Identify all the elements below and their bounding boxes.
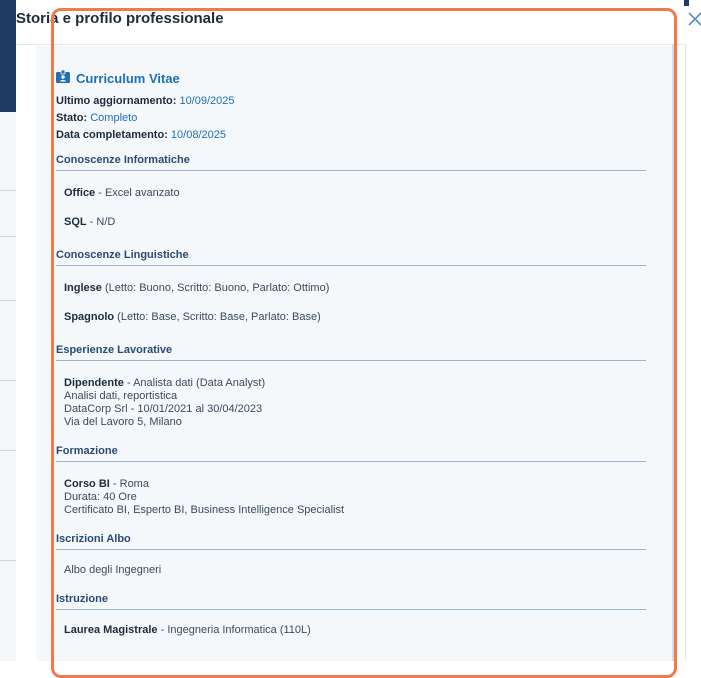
background-app-sidebar: [0, 0, 17, 661]
list-item: Dipendente - Analista dati (Data Analyst…: [64, 377, 266, 428]
background-divider: [0, 450, 16, 451]
section-title: Esperienze Lavorative: [56, 338, 646, 361]
section-title: Conoscenze Linguistiche: [56, 243, 646, 266]
background-divider: [0, 560, 16, 561]
cv-heading: Curriculum Vitae: [56, 69, 646, 86]
background-divider: [0, 236, 16, 237]
list-item: Corso BI - Roma Durata: 40 Ore Certifica…: [64, 478, 345, 516]
section-title: Conoscenze Informatiche: [56, 148, 646, 171]
modal-edge: [685, 44, 686, 661]
background-nav-strip: [0, 0, 16, 112]
scrollbar-track[interactable]: [672, 44, 674, 661]
cv-title: Curriculum Vitae: [76, 70, 180, 86]
background-divider: [0, 190, 16, 191]
cv-meta-updated: Ultimo aggiornamento: 10/09/2025: [56, 95, 235, 107]
section-title: Iscrizioni Albo: [56, 527, 646, 550]
modal-header: Storia e profilo professionale: [16, 0, 684, 45]
list-item: SQL - N/D: [64, 216, 116, 228]
background-divider: [0, 380, 16, 381]
section-formazione: Formazione Corso BI - Roma Durata: 40 Or…: [56, 439, 646, 523]
list-item: Laurea Magistrale - Ingegneria Informati…: [64, 624, 311, 636]
list-item: Inglese (Letto: Buono, Scritto: Buono, P…: [64, 282, 330, 294]
cv-meta-status: Stato: Completo: [56, 112, 138, 124]
id-badge-icon: [56, 69, 70, 86]
background-divider: [0, 300, 16, 301]
section-istruzione: Istruzione Laurea Magistrale - Ingegneri…: [56, 587, 646, 637]
section-linguistiche: Conoscenze Linguistiche Inglese (Letto: …: [56, 243, 646, 334]
section-esperienze: Esperienze Lavorative Dipendente - Anali…: [56, 338, 646, 435]
section-title: Istruzione: [56, 587, 646, 610]
list-item: Office - Excel avanzato: [64, 187, 180, 199]
list-item: Albo degli Ingegneri: [64, 564, 162, 576]
curriculum-panel: Curriculum Vitae Ultimo aggiornamento: 1…: [56, 69, 646, 637]
modal-title: Storia e profilo professionale: [16, 10, 224, 27]
section-albo: Iscrizioni Albo Albo degli Ingegneri: [56, 527, 646, 583]
section-title: Formazione: [56, 439, 646, 462]
cv-meta-completed: Data completamento: 10/08/2025: [56, 129, 226, 141]
list-item: Spagnolo (Letto: Base, Scritto: Base, Pa…: [64, 311, 321, 323]
section-informatiche: Conoscenze Informatiche Office - Excel a…: [56, 148, 646, 239]
close-icon[interactable]: [686, 10, 701, 28]
profile-modal: Storia e profilo professionale Curriculu…: [16, 0, 701, 678]
